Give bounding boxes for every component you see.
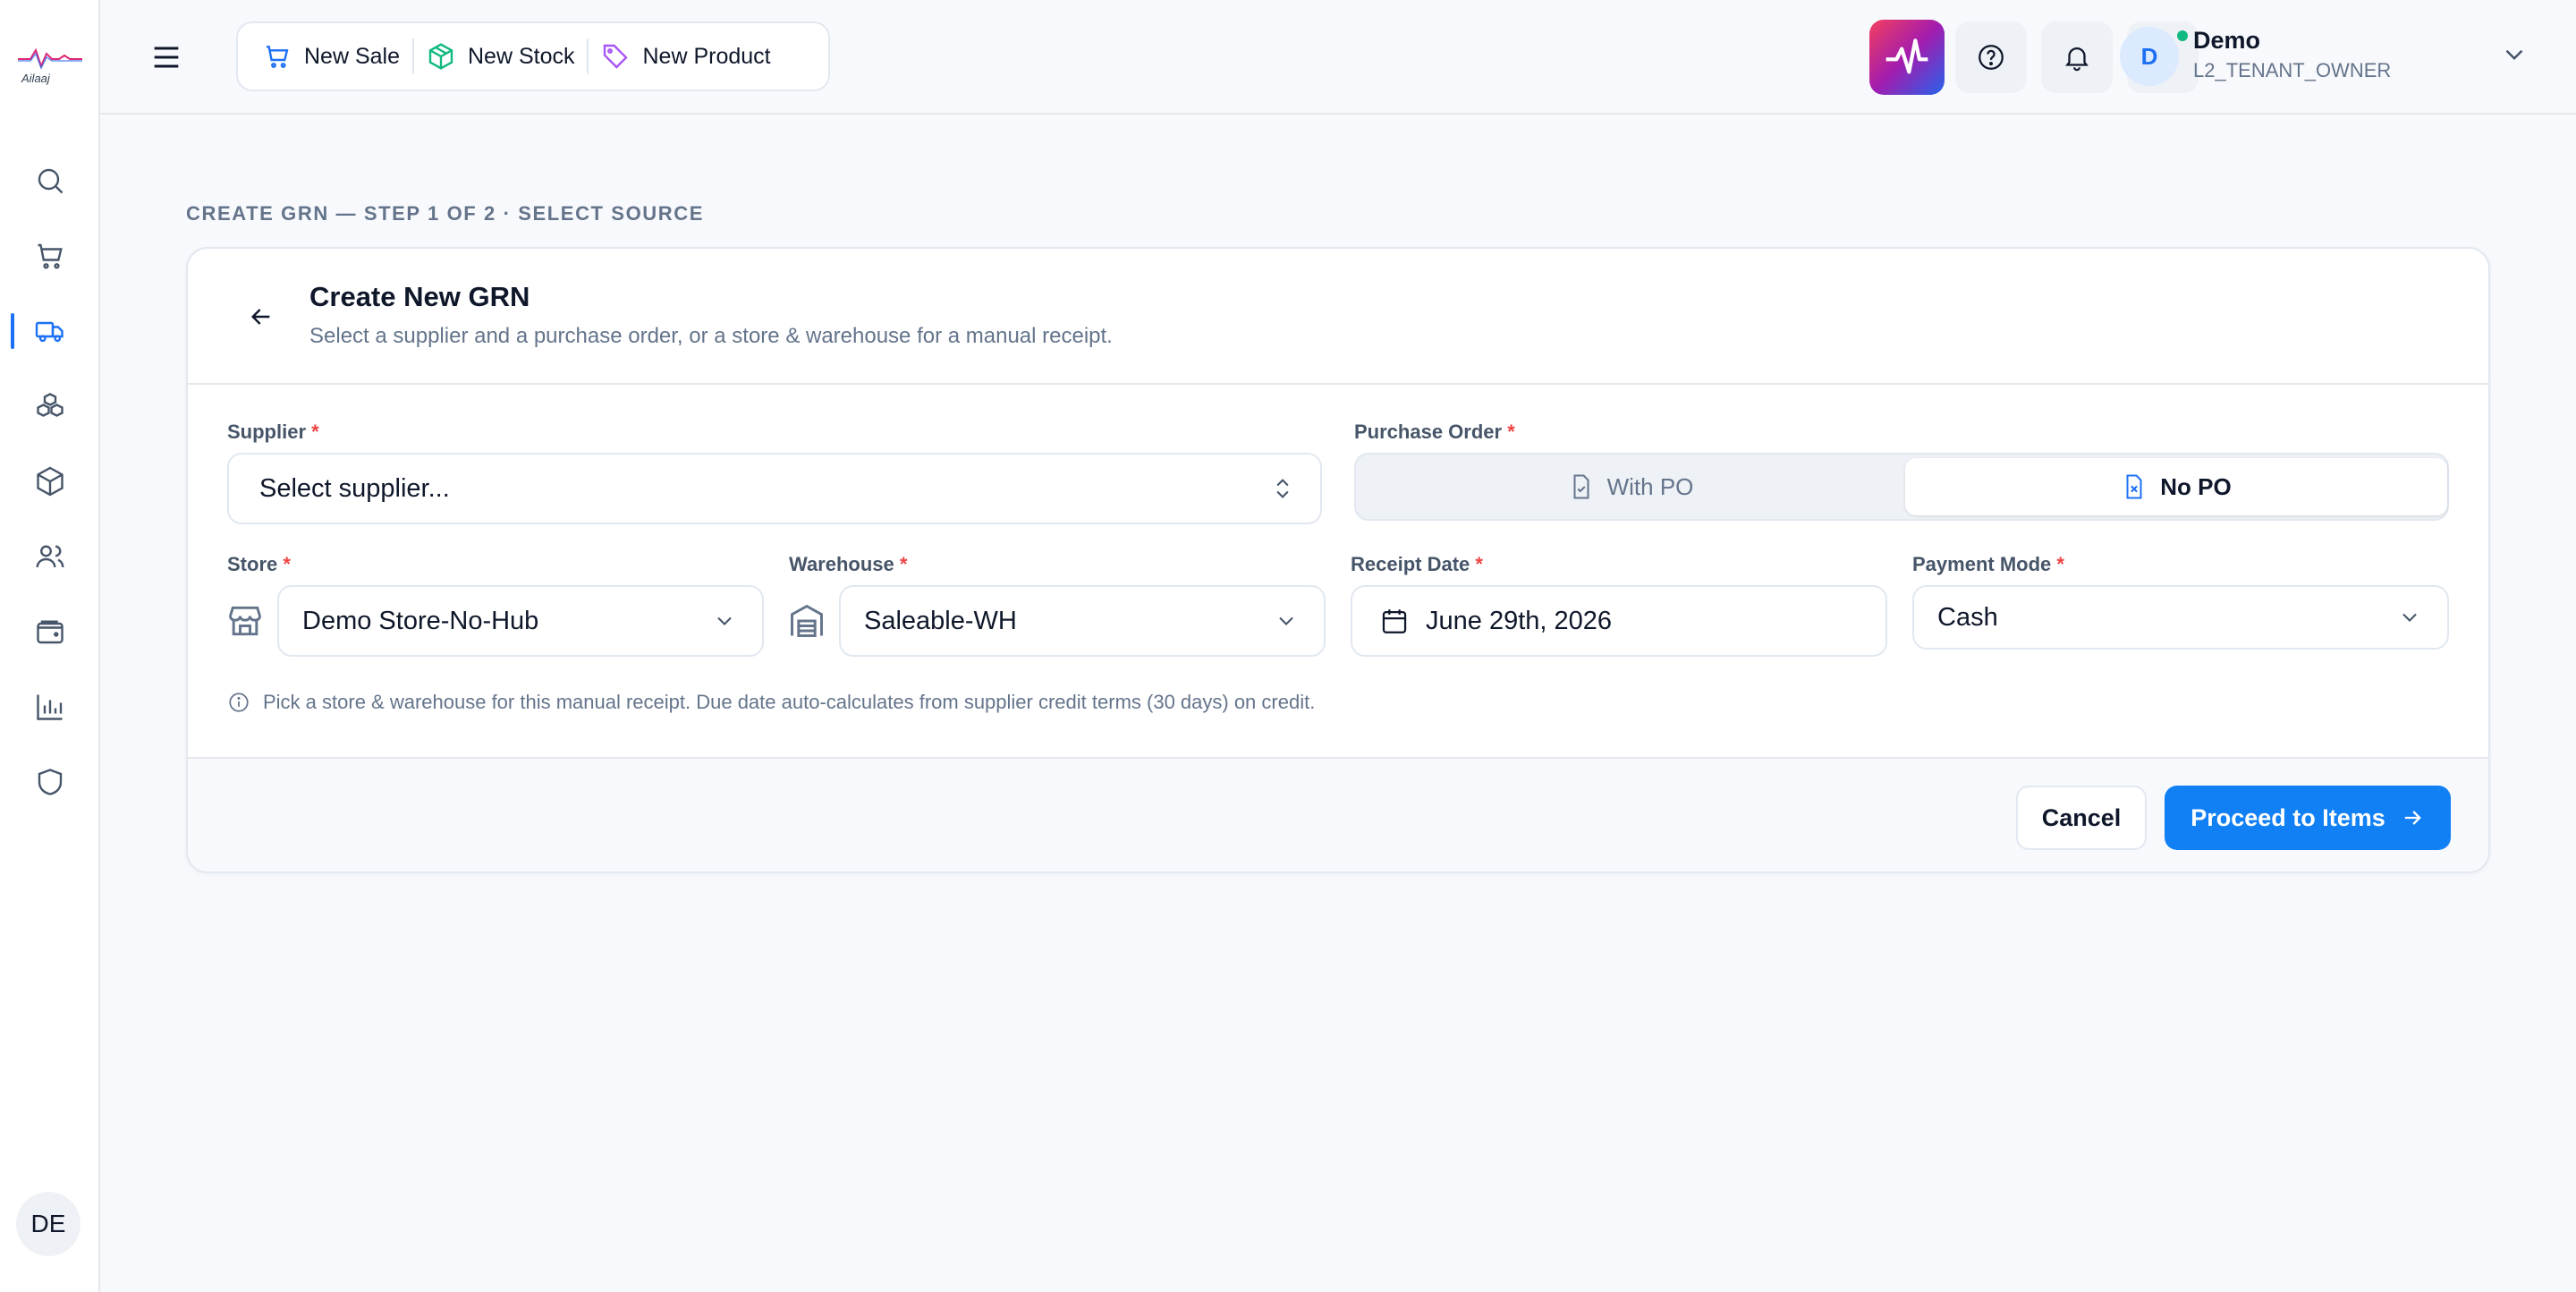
store-value: Demo Store-No-Hub [302,606,539,635]
user-role: L2_TENANT_OWNER [2193,59,2392,81]
menu-button[interactable] [145,36,188,79]
boxes-icon [37,393,64,417]
info-note: Pick a store & warehouse for this manual… [227,691,1315,714]
cancel-button[interactable]: Cancel [2016,786,2147,850]
warehouse-icon [791,604,823,637]
pulse-icon [1885,38,1928,74]
sidebar-item-customers[interactable] [30,537,70,576]
chevron-down-icon[interactable] [2499,39,2529,70]
new-stock-button[interactable]: New Stock [414,37,587,76]
page-title: Create New GRN [309,281,530,312]
package-icon [37,466,64,497]
info-icon [229,693,249,712]
search-icon [38,168,64,194]
no-po-option[interactable]: No PO [1905,458,2447,515]
sidebar-item-search[interactable] [30,161,70,200]
quick-actions: New Sale New Stock New Product [236,21,830,91]
receipt-date-value: June 29th, 2026 [1426,606,1613,635]
warehouse-select[interactable]: Saleable-WH [839,585,1326,657]
create-grn-card: Create New GRN Select a supplier and a p… [186,247,2490,873]
info-text: Pick a store & warehouse for this manual… [263,691,1316,713]
step-label: CREATE GRN — STEP 1 OF 2 · SELECT SOURCE [186,202,705,225]
help-button[interactable] [1955,21,2027,93]
sidebar-user-avatar[interactable]: DE [16,1192,80,1256]
page-subtitle: Select a supplier and a purchase order, … [309,324,1113,348]
user-avatar[interactable]: D [2120,27,2179,86]
box-icon [428,43,453,70]
payment-mode-label: Payment Mode * [1912,553,2064,575]
sidebar-item-reports[interactable] [30,687,70,727]
chevron-down-icon [717,616,732,625]
chevrons-up-down-icon [1276,479,1289,498]
bell-icon [2065,47,2089,72]
purchase-order-toggle: With PO No PO [1354,453,2449,521]
sidebar-item-sales[interactable] [30,236,70,276]
bar-chart-icon [37,694,63,720]
proceed-label: Proceed to Items [2190,803,2385,831]
sidebar: Ailaaj DE [0,0,100,1292]
logo-text: Ailaaj [21,72,50,85]
payment-mode-value: Cash [1937,602,1998,632]
sidebar-active-indicator [11,313,14,349]
wallet-icon [37,620,64,644]
logo-pulse-icon [18,47,82,70]
new-stock-label: New Stock [468,43,575,69]
new-sale-label: New Sale [304,43,400,69]
cart-icon [267,46,289,68]
supplier-select[interactable]: Select supplier... [227,453,1322,524]
sidebar-item-finance[interactable] [30,612,70,651]
file-x-icon [2126,474,2142,499]
chevron-down-icon [2402,613,2417,622]
warehouse-label: Warehouse * [789,553,908,575]
topbar: New Sale New Stock New Product D Demo L2… [100,0,2576,115]
calendar-icon [1382,609,1407,633]
shield-icon [38,769,63,795]
users-icon [36,545,64,568]
file-check-icon [1573,474,1589,499]
notifications-button[interactable] [2041,21,2113,93]
pulse-app-button[interactable] [1869,20,1945,95]
payment-mode-select[interactable]: Cash [1912,585,2449,650]
store-label: Store * [227,553,291,575]
sidebar-item-products[interactable] [30,462,70,501]
receipt-date-label: Receipt Date * [1351,553,1483,575]
warehouse-value: Saleable-WH [864,606,1017,635]
new-sale-button[interactable]: New Sale [250,37,412,76]
new-product-button[interactable]: New Product [589,37,783,76]
with-po-option[interactable]: With PO [1360,458,1902,515]
hamburger-icon [154,47,179,68]
purchase-order-label: Purchase Order * [1354,421,1515,443]
proceed-to-items-button[interactable]: Proceed to Items [2165,786,2451,850]
app-logo[interactable]: Ailaaj [16,43,84,93]
card-footer: Cancel Proceed to Items [188,757,2488,871]
store-select[interactable]: Demo Store-No-Hub [277,585,764,657]
store-icon [229,606,261,636]
user-name[interactable]: Demo [2193,27,2260,55]
new-product-label: New Product [642,43,771,69]
supplier-placeholder: Select supplier... [259,473,450,503]
cart-icon [38,243,63,269]
help-icon [1979,45,2004,70]
tag-icon [604,44,629,69]
sidebar-item-inventory[interactable] [30,387,70,426]
online-status-dot [2175,29,2190,43]
truck-icon [35,321,64,343]
sidebar-item-purchases[interactable] [30,311,70,351]
arrow-left-icon [250,309,270,325]
sidebar-item-security[interactable] [30,762,70,802]
chevron-down-icon [1279,616,1293,625]
receipt-date-picker[interactable]: June 29th, 2026 [1351,585,1887,657]
card-header: Create New GRN Select a supplier and a p… [188,249,2488,385]
arrow-right-icon [2404,811,2421,825]
back-button[interactable] [242,297,281,336]
supplier-label: Supplier * [227,421,319,443]
